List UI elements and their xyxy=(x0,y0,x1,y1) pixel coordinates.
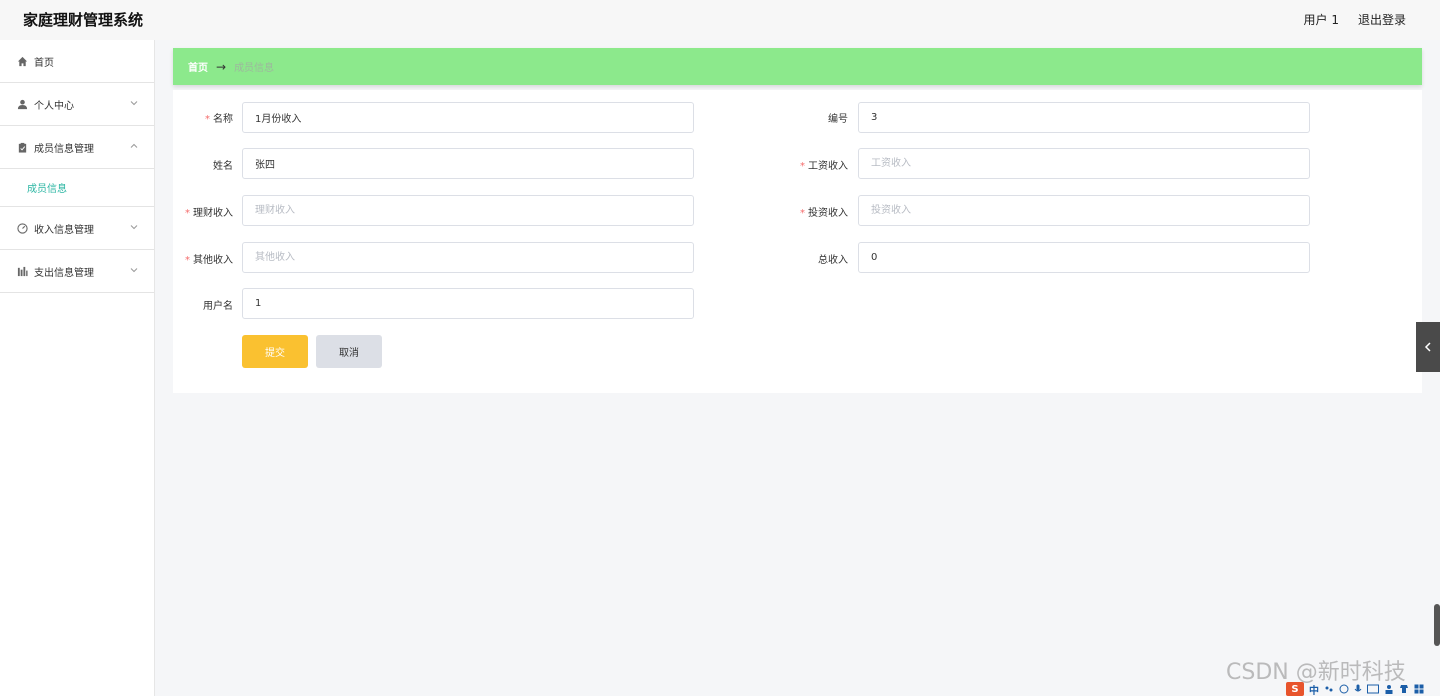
member-form: *名称 编号 姓名 *工资收入 *理财收入 *投资收入 *其他收入 总收入 用户… xyxy=(173,90,1422,393)
required-mark: * xyxy=(205,114,210,125)
salary-input[interactable] xyxy=(858,148,1310,179)
finance-label: * 理财收入 xyxy=(185,208,233,219)
submenu-member-info[interactable]: 成员信息 xyxy=(0,169,154,207)
sidebar-item-label: 首页 xyxy=(34,57,54,69)
chart-icon xyxy=(16,265,28,277)
home-icon xyxy=(16,55,28,67)
required-mark: * xyxy=(185,255,190,266)
other-income-label: * 其他收入 xyxy=(185,255,233,266)
person-name-label: 姓名 xyxy=(213,161,233,172)
sidebar-item-member-management[interactable]: 成员信息管理 xyxy=(0,126,154,169)
number-input[interactable] xyxy=(858,102,1310,133)
ime-language-toggle[interactable]: 中 xyxy=(1309,682,1319,696)
sidebar-item-expense-management[interactable]: 支出信息管理 xyxy=(0,250,154,293)
name-input[interactable] xyxy=(242,102,694,133)
top-header: 家庭理财管理系统 用户 1 退出登录 xyxy=(0,0,1440,40)
name-label: * 名称 xyxy=(205,114,233,125)
scrollbar-thumb[interactable] xyxy=(1434,604,1440,646)
submit-button[interactable]: 提交 xyxy=(242,335,308,368)
ime-emoji-icon[interactable] xyxy=(1339,684,1349,694)
breadcrumb-arrow-icon: → xyxy=(216,59,227,74)
gauge-icon xyxy=(16,222,28,234)
sidebar-item-personal-center[interactable]: 个人中心 xyxy=(0,83,154,126)
invest-label: * 投资收入 xyxy=(800,208,848,219)
ime-punctuation-icon[interactable] xyxy=(1324,684,1334,694)
user-icon xyxy=(16,98,28,110)
number-label: 编号 xyxy=(828,114,848,125)
ime-grid-icon[interactable] xyxy=(1414,684,1424,694)
clipboard-icon xyxy=(16,141,28,153)
sidebar-item-home[interactable]: 首页 xyxy=(0,40,154,83)
required-mark: * xyxy=(800,208,805,219)
logout-link[interactable]: 退出登录 xyxy=(1358,11,1406,28)
app-title: 家庭理财管理系统 xyxy=(23,11,144,29)
total-income-label: 总收入 xyxy=(818,255,848,266)
sidebar-item-label: 成员信息管理 xyxy=(34,143,94,155)
person-name-input[interactable] xyxy=(242,148,694,179)
chevron-down-icon xyxy=(130,268,138,273)
breadcrumb-home[interactable]: 首页 xyxy=(188,59,208,74)
ime-toolbar[interactable]: S 中 xyxy=(1286,682,1424,696)
chevron-left-icon xyxy=(1424,342,1431,352)
chevron-down-icon xyxy=(130,225,138,230)
ime-logo-icon[interactable]: S xyxy=(1286,682,1304,696)
ime-keyboard-icon[interactable] xyxy=(1367,684,1379,694)
chevron-down-icon xyxy=(130,101,138,106)
ime-skin-icon[interactable] xyxy=(1399,684,1409,694)
ime-mic-icon[interactable] xyxy=(1354,684,1362,694)
username-label: 用户名 xyxy=(203,301,233,312)
required-mark: * xyxy=(185,208,190,219)
sidebar-item-label: 支出信息管理 xyxy=(34,267,94,279)
other-income-input[interactable] xyxy=(242,242,694,273)
finance-input[interactable] xyxy=(242,195,694,226)
invest-input[interactable] xyxy=(858,195,1310,226)
breadcrumb: 首页 → 成员信息 xyxy=(173,48,1422,85)
chevron-up-icon xyxy=(130,143,138,148)
required-mark: * xyxy=(800,161,805,172)
collapse-panel-handle[interactable] xyxy=(1416,322,1440,372)
cancel-button[interactable]: 取消 xyxy=(316,335,382,368)
sidebar-item-label: 收入信息管理 xyxy=(34,224,94,236)
sidebar-item-label: 个人中心 xyxy=(34,100,74,112)
submenu-member-info-label[interactable]: 成员信息 xyxy=(27,180,67,195)
sidebar: 首页 个人中心 成员信息管理 成员信息 收入信息管理 支出信息管理 xyxy=(0,40,155,696)
current-user[interactable]: 用户 1 xyxy=(1304,11,1339,28)
total-income-input[interactable] xyxy=(858,242,1310,273)
salary-label: * 工资收入 xyxy=(800,161,848,172)
username-input[interactable] xyxy=(242,288,694,319)
sidebar-item-income-management[interactable]: 收入信息管理 xyxy=(0,207,154,250)
ime-user-icon[interactable] xyxy=(1384,684,1394,694)
breadcrumb-current: 成员信息 xyxy=(234,63,275,74)
